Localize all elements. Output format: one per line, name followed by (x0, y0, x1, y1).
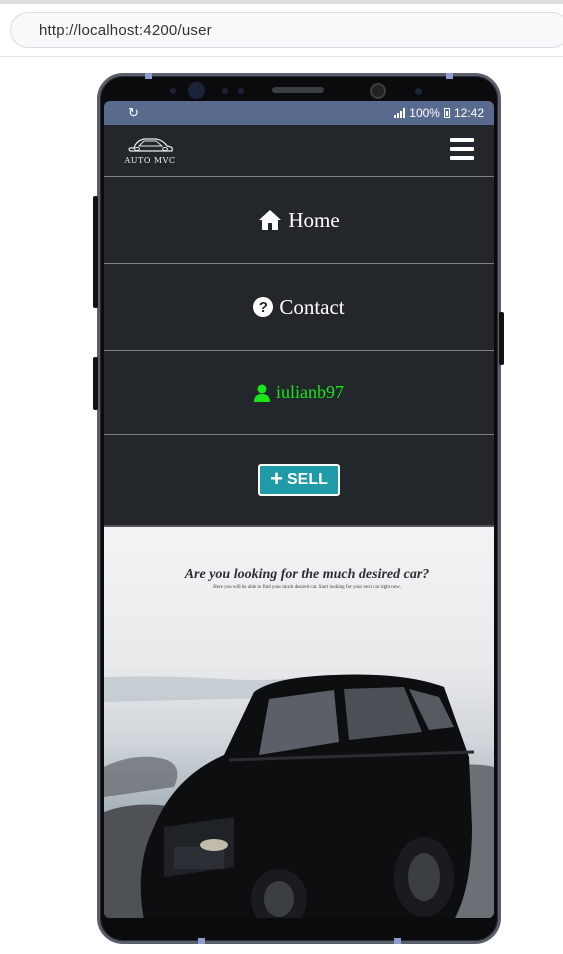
address-bar[interactable]: http://localhost:4200/user (10, 12, 563, 48)
brand-logo[interactable]: AUTO MVC (122, 134, 178, 168)
sell-button-label: SELL (286, 471, 328, 488)
question-circle-icon: ? (253, 297, 274, 317)
signal-icon (394, 108, 406, 118)
user-icon (254, 384, 270, 402)
status-bar-right: 100% 12:42 (394, 106, 484, 120)
phone-sensor-4 (238, 88, 244, 94)
nav-item-contact[interactable]: ? Contact (104, 264, 494, 351)
status-time: 12:42 (453, 106, 484, 120)
phone-accent-bottom-left (198, 938, 205, 944)
phone-sensor-5 (415, 88, 422, 95)
plus-icon: + (270, 466, 283, 491)
browser-divider (0, 56, 563, 57)
phone-accent-top-left (145, 73, 152, 79)
phone-speaker (272, 87, 324, 93)
battery-level: 100% (409, 106, 440, 120)
brand-logo-text: AUTO MVC (124, 156, 176, 165)
hamburger-icon[interactable] (450, 138, 474, 162)
nav-item-user[interactable]: iulianb97 (104, 351, 494, 435)
phone-side-button-left-2 (93, 357, 98, 410)
nav-item-home[interactable]: Home (104, 177, 494, 264)
status-bar: ↻ 100% 12:42 (104, 101, 494, 125)
phone-accent-top-right (446, 73, 453, 79)
phone-sensor-3 (222, 88, 228, 94)
loading-icon: ↻ (128, 105, 139, 120)
phone-side-button-left-1 (93, 196, 98, 308)
address-bar-url[interactable]: http://localhost:4200/user (39, 22, 212, 39)
battery-icon (443, 108, 450, 118)
phone-accent-bottom-right (394, 938, 401, 944)
hero-title: Are you looking for the much desired car… (184, 567, 430, 582)
sell-button[interactable]: + SELL (258, 464, 340, 496)
navbar: AUTO MVC (104, 125, 494, 177)
hero-banner: Are you looking for the much desired car… (104, 525, 494, 918)
phone-side-button-right (499, 312, 504, 365)
nav-item-home-label: Home (288, 207, 340, 232)
phone-sensor-1 (170, 88, 176, 94)
phone-screen: ↻ 100% 12:42 AUTO MVC Home ? Contact iul… (104, 101, 494, 918)
phone-camera (370, 83, 386, 99)
home-icon (259, 210, 282, 230)
browser-top-strip (0, 0, 563, 4)
phone-sensor-2 (188, 82, 205, 99)
nav-item-user-label: iulianb97 (276, 382, 344, 402)
nav-item-contact-label: Contact (279, 294, 345, 319)
hero-subtitle: Here you will be able to find your much … (213, 585, 401, 590)
car-logo-icon (128, 138, 173, 152)
nav-item-sell: + SELL (104, 435, 494, 525)
